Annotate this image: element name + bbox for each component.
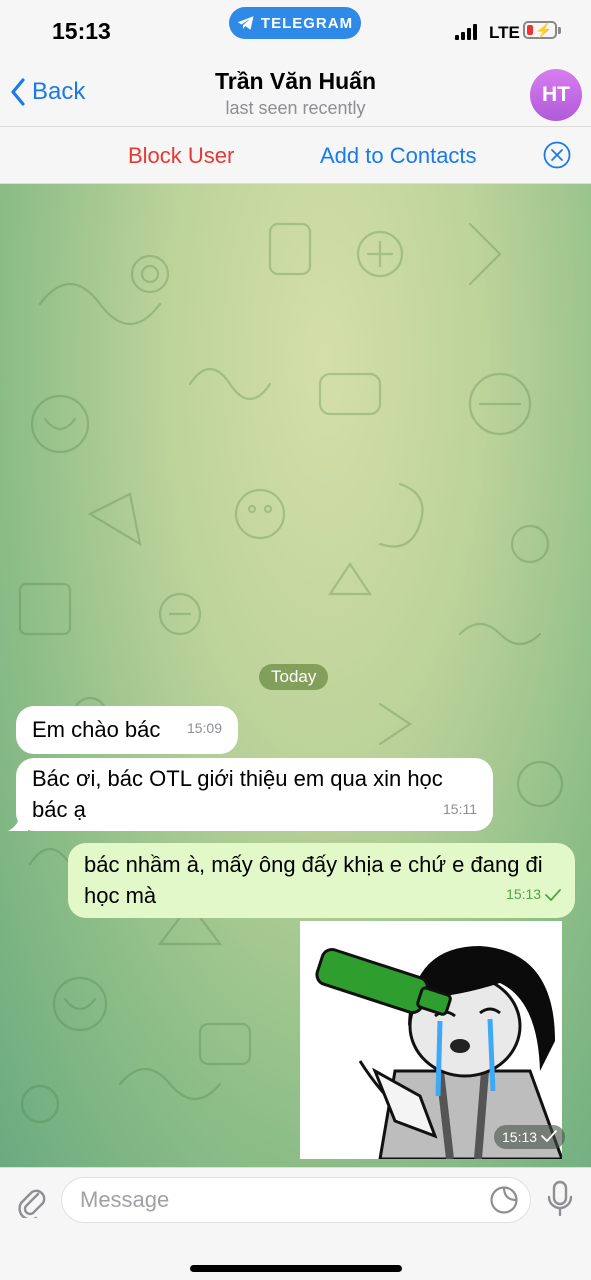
chat-subtitle: last seen recently: [225, 98, 366, 118]
composer-bar: [0, 1167, 591, 1280]
add-to-contacts-button[interactable]: Add to Contacts: [320, 143, 477, 169]
chat-area[interactable]: Today Em chào bác 15:09 Bác ơi, bác OTL …: [0, 184, 591, 1167]
message-bubble-incoming[interactable]: Bác ơi, bác OTL giới thiệu em qua xin họ…: [16, 758, 493, 831]
app-pill-label: TELEGRAM: [260, 14, 354, 32]
message-text: bác nhầm à, mấy ông đấy khịa e chứ e đan…: [84, 852, 543, 908]
block-user-button[interactable]: Block User: [128, 143, 234, 169]
date-separator: Today: [259, 664, 329, 690]
paperclip-icon[interactable]: [14, 1182, 48, 1218]
microphone-icon[interactable]: [546, 1180, 574, 1218]
chat-title[interactable]: Trần Văn Huấn: [0, 68, 591, 95]
message-time-status: 15:13: [506, 879, 561, 910]
home-indicator: [190, 1265, 402, 1272]
sticker-message[interactable]: [300, 921, 562, 1159]
message-text: Em chào bác: [32, 717, 161, 742]
message-bubble-outgoing[interactable]: bác nhầm à, mấy ông đấy khịa e chứ e đan…: [68, 843, 575, 918]
message-time: 15:13: [502, 1129, 538, 1145]
bubble-tail: [8, 811, 28, 831]
contact-action-bar: Block User Add to Contacts: [0, 126, 591, 184]
close-icon[interactable]: [543, 141, 571, 169]
signal-icon: [455, 24, 481, 40]
sticker-time-badge: 15:13: [494, 1125, 565, 1149]
message-input[interactable]: [61, 1177, 531, 1223]
check-icon: [545, 889, 561, 902]
status-time: 15:13: [52, 18, 111, 44]
network-type: LTE: [489, 23, 520, 42]
check-icon: [541, 1130, 557, 1143]
message-time: 15:13: [506, 886, 542, 902]
message-bubble-incoming[interactable]: Em chào bác 15:09: [16, 706, 238, 754]
battery-icon: ⚡: [523, 21, 561, 39]
chat-header: Back Trần Văn Huấn last seen recently HT: [0, 56, 591, 126]
avatar[interactable]: HT: [530, 69, 582, 121]
meme-sticker-image: [300, 921, 562, 1159]
message-text: Bác ơi, bác OTL giới thiệu em qua xin họ…: [32, 766, 443, 822]
message-time: 15:11: [443, 801, 477, 817]
status-bar: 15:13 TELEGRAM LTE ⚡: [0, 0, 591, 56]
sticker-icon[interactable]: [489, 1185, 519, 1215]
message-time: 15:09: [186, 720, 222, 736]
telegram-icon: [237, 16, 254, 30]
return-to-app-pill[interactable]: TELEGRAM: [229, 7, 361, 39]
